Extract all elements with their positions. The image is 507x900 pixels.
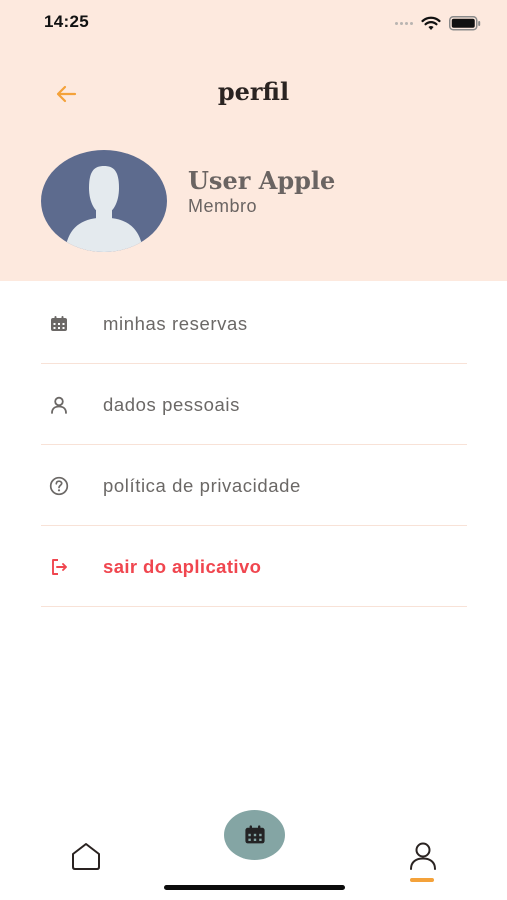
user-name: User Apple [188, 166, 336, 195]
home-indicator [164, 885, 345, 890]
menu-label: sair do aplicativo [103, 556, 262, 577]
status-icons [395, 14, 481, 32]
user-icon [410, 842, 436, 870]
menu-item-politica-de-privacidade[interactable]: política de privacidade [41, 445, 467, 526]
logout-icon [52, 559, 67, 575]
status-bar: 14:25 [0, 0, 507, 46]
menu-item-minhas-reservas[interactable]: minhas reservas [41, 283, 467, 364]
active-tab-indicator [410, 878, 434, 882]
nav-profile[interactable] [406, 840, 440, 872]
signal-dots-icon [395, 21, 413, 25]
wifi-icon [421, 16, 441, 30]
user-role: Membro [188, 196, 258, 216]
menu-item-sair-do-aplicativo[interactable]: sair do aplicativo [41, 526, 467, 607]
menu-label: política de privacidade [103, 475, 301, 496]
home-icon [72, 843, 100, 870]
menu-item-dados-pessoais[interactable]: dados pessoais [41, 364, 467, 445]
page-title: perfil [217, 77, 290, 106]
person-icon [51, 396, 67, 414]
help-circle-icon [49, 476, 69, 496]
status-time: 14:25 [44, 12, 89, 31]
avatar [41, 150, 167, 252]
nav-home[interactable] [69, 840, 103, 872]
battery-icon [449, 15, 481, 30]
menu-label: dados pessoais [103, 394, 240, 415]
menu-label: minhas reservas [103, 313, 248, 334]
profile-menu: minhas reservas dados pessoais política … [41, 283, 467, 607]
nav-calendar-button[interactable] [224, 810, 285, 860]
user-silhouette-icon [65, 166, 143, 252]
calendar-icon [51, 316, 67, 331]
calendar-icon [244, 825, 265, 844]
